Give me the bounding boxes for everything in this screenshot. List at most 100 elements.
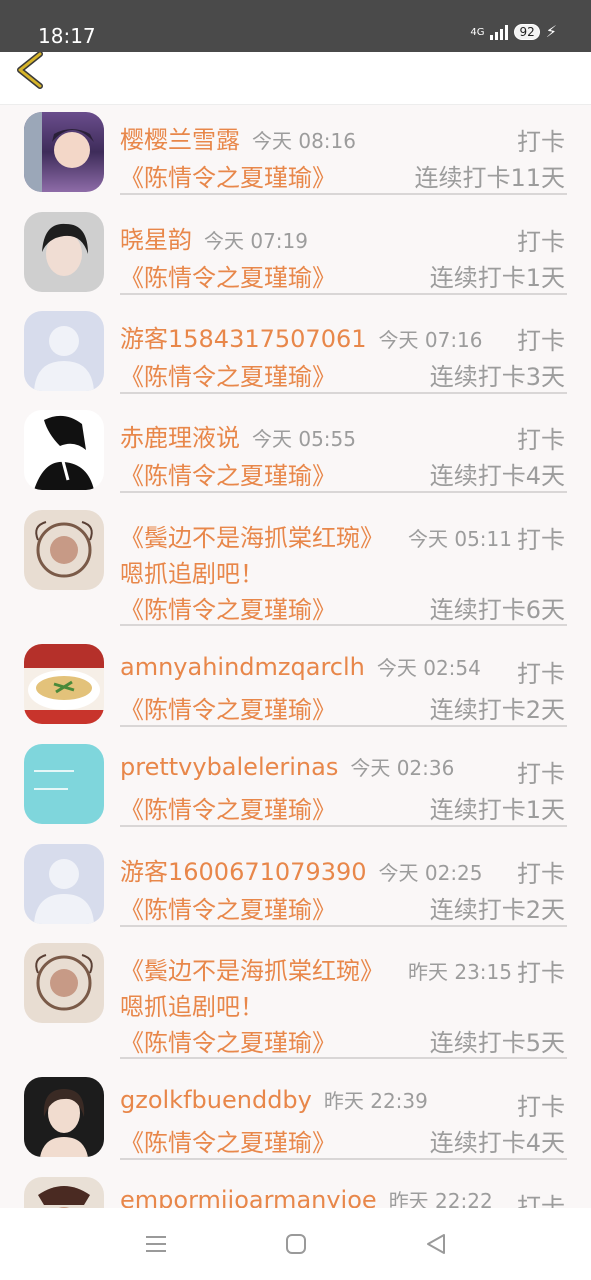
menu-icon[interactable] [144,1232,168,1256]
book-title[interactable]: 《陈情令之夏瑾瑜》 [120,1023,336,1058]
checkin-label: 打卡 [517,1093,565,1121]
avatar-anime-icon [24,112,94,192]
row-divider [120,1057,567,1059]
top-app-bar [0,52,591,105]
default-user-icon [34,859,94,924]
avatar [24,744,104,824]
avatar-photo-icon [42,223,88,276]
battery-icon: 92 [514,24,540,40]
streak-count: 连续打卡11天 [414,164,565,192]
streak-count: 连续打卡3天 [429,363,565,391]
checkin-label: 打卡 [517,660,565,688]
status-bar: 18:17 4G 92 ⚡ [0,0,591,52]
user-name-line2: 嗯抓追剧吧！ [120,993,264,1021]
streak-count: 连续打卡6天 [429,596,565,624]
checkin-list: 樱樱兰雪露 今天 08:16 打卡 《陈情令之夏瑾瑜》 连续打卡11天 晓星韵 今天… [0,104,591,1208]
avatar [24,311,104,391]
checkin-time: 昨天 22:39 [323,1089,428,1113]
user-name: amnyahindmzqarclh [120,653,365,681]
checkin-time: 今天 02:54 [376,656,481,680]
book-title[interactable]: 《陈情令之夏瑾瑜》 [120,890,336,925]
back-icon[interactable] [424,1232,448,1256]
avatar [24,510,104,590]
row-divider [120,1158,567,1160]
user-name: 游客1584317507061 [120,325,367,353]
signal-icon [490,24,509,40]
avatar [24,943,104,1023]
status-time: 18:17 [38,24,96,48]
row-divider [120,825,567,827]
avatar-food-icon [24,644,104,724]
user-name: 《鬓边不是海抓棠红琬》 [120,957,384,985]
user-name: 游客1600671079390 [120,858,367,886]
checkin-label: 打卡 [517,526,565,554]
checkin-label: 打卡 [517,128,565,156]
user-name: 《鬓边不是海抓棠红琬》 [120,524,384,552]
row-divider [120,925,567,927]
avatar [24,1077,104,1157]
book-title[interactable]: 《陈情令之夏瑾瑜》 [120,258,336,293]
streak-count: 连续打卡1天 [429,264,565,292]
checkin-time: 今天 05:11 [408,527,512,551]
book-title[interactable]: 《陈情令之夏瑾瑜》 [120,357,336,392]
user-name: empormiioarmanyioe [120,1186,377,1208]
avatar [24,410,104,490]
checkin-label: 打卡 [517,860,565,888]
checkin-label: 打卡 [517,1193,565,1208]
system-nav-bar [0,1208,591,1280]
checkin-time: 昨天 22:22 [388,1189,493,1208]
avatar-pirate-icon [38,1186,90,1208]
network-label: 4G [470,26,485,38]
row-divider [120,725,567,727]
checkin-time: 今天 02:36 [350,756,455,780]
book-title[interactable]: 《陈情令之夏瑾瑜》 [120,456,336,491]
row-divider [120,491,567,493]
checkin-label: 打卡 [517,228,565,256]
avatar-cyan-icon [34,770,74,790]
user-name: 赤鹿理液说 [120,424,240,452]
row-divider [120,193,567,195]
avatar [24,644,104,724]
user-name: gzolkfbuenddby [120,1086,312,1114]
streak-count: 连续打卡4天 [429,1129,565,1157]
streak-count: 连续打卡2天 [429,696,565,724]
avatar [24,1177,104,1208]
streak-count: 连续打卡4天 [429,462,565,490]
back-arrow-icon[interactable] [14,52,54,92]
row-divider [120,624,567,626]
avatar [24,112,104,192]
book-title[interactable]: 《陈情令之夏瑾瑜》 [120,1123,336,1158]
avatar-woman-icon [40,1089,88,1157]
avatar [24,212,104,292]
avatar-lion-icon [35,954,93,1011]
checkin-time: 今天 08:16 [252,129,356,153]
user-name: 樱樱兰雪露 [120,126,240,154]
avatar-lion-icon [35,521,93,578]
avatar-sketch-icon [34,415,94,490]
user-name-line2: 嗯抓追剧吧！ [120,560,264,588]
avatar [24,844,104,924]
checkin-label: 打卡 [517,760,565,788]
book-title[interactable]: 《陈情令之夏瑾瑜》 [120,590,336,625]
streak-count: 连续打卡5天 [429,1029,565,1057]
book-title[interactable]: 《陈情令之夏瑾瑜》 [120,158,336,193]
status-icons: 4G 92 ⚡ [470,24,557,40]
user-name: 晓星韵 [120,226,192,254]
user-name: prettvybalelerinas [120,753,339,781]
streak-count: 连续打卡1天 [429,796,565,824]
charging-icon: ⚡ [545,22,557,41]
row-divider [120,293,567,295]
checkin-time: 今天 02:25 [378,861,483,885]
checkin-time: 今天 05:55 [252,427,356,451]
default-user-icon [34,326,94,391]
checkin-time: 昨天 23:15 [408,960,512,984]
checkin-time: 今天 07:16 [378,328,483,352]
book-title[interactable]: 《陈情令之夏瑾瑜》 [120,790,336,825]
checkin-time: 今天 07:19 [204,229,308,253]
checkin-label: 打卡 [517,327,565,355]
row-divider [120,392,567,394]
home-icon[interactable] [284,1232,308,1256]
checkin-label: 打卡 [517,426,565,454]
book-title[interactable]: 《陈情令之夏瑾瑜》 [120,690,336,725]
streak-count: 连续打卡2天 [429,896,565,924]
